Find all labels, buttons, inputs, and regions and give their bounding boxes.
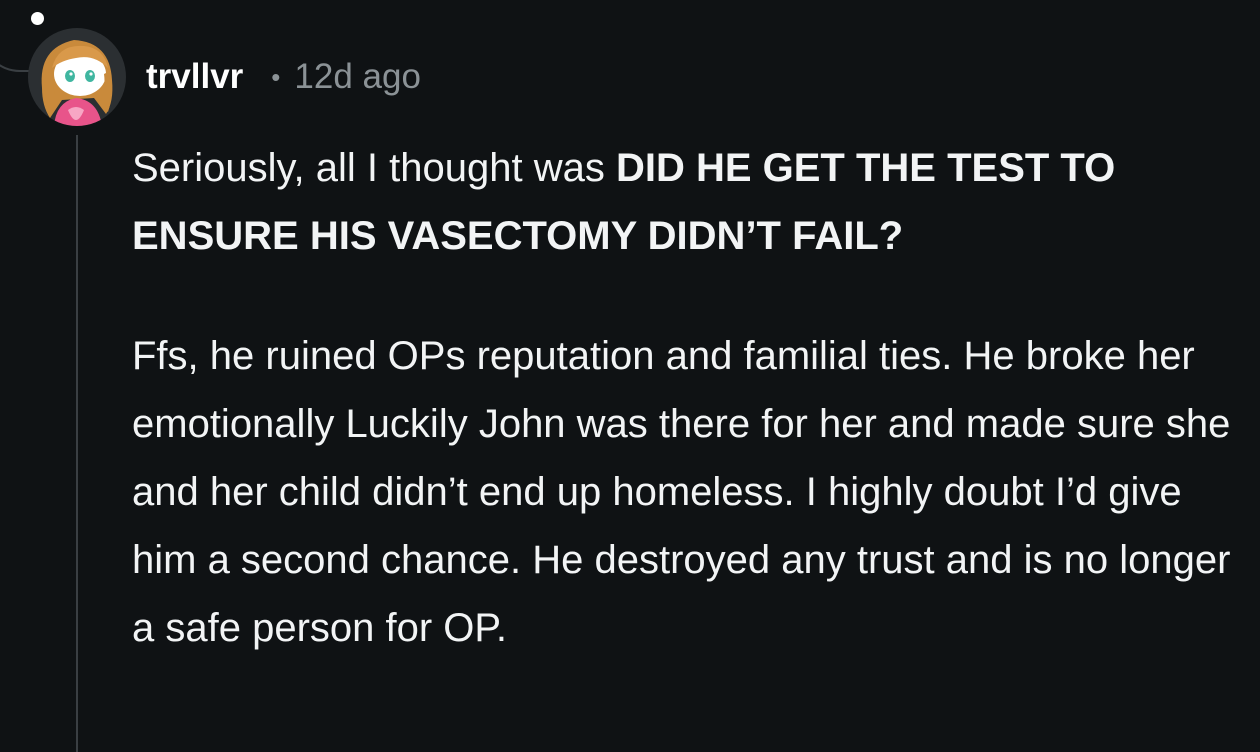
username-link[interactable]: trvllvr bbox=[146, 57, 243, 97]
avatar-graphic bbox=[41, 40, 113, 126]
meta-separator: • bbox=[271, 61, 281, 92]
thread-line[interactable] bbox=[76, 135, 78, 752]
timestamp[interactable]: 12d ago bbox=[294, 57, 421, 97]
reddit-snoo-avatar-icon[interactable] bbox=[28, 28, 126, 126]
comment-body: Seriously, all I thought was DID HE GET … bbox=[132, 134, 1242, 662]
comment-header: trvllvr • 12d ago bbox=[146, 52, 421, 102]
paragraph-text: Seriously, all I thought was bbox=[132, 146, 616, 190]
thread-dot bbox=[31, 12, 44, 25]
comment-paragraph: Ffs, he ruined OPs reputation and famili… bbox=[132, 334, 1231, 650]
comment-paragraph: Seriously, all I thought was DID HE GET … bbox=[132, 134, 1242, 270]
